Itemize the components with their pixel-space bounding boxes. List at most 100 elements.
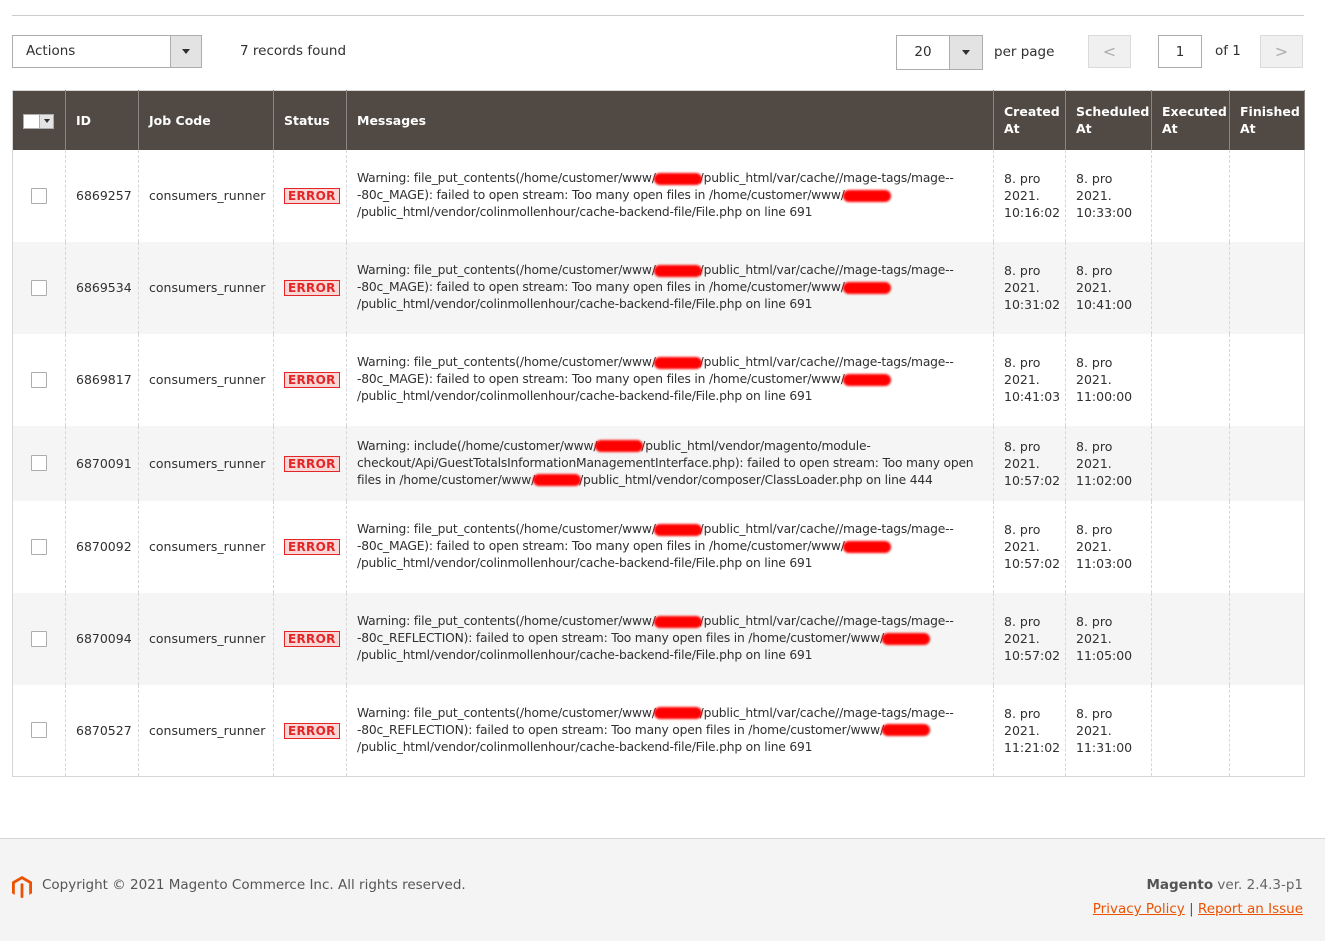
- executed-at-cell: [1151, 592, 1230, 685]
- scheduled-at-cell: 8. pro 2021. 11:05:00: [1065, 592, 1152, 685]
- status-badge: ERROR: [284, 455, 340, 472]
- column-header-scheduled-at[interactable]: Scheduled At: [1065, 90, 1152, 150]
- date-line: 8. pro: [1004, 263, 1041, 278]
- message-text: Warning: file_put_contents(/home/custome…: [357, 355, 656, 369]
- message-cell: Warning: file_put_contents(/home/custome…: [346, 592, 994, 685]
- created-at-cell: 8. pro 2021. 10:41:03: [993, 333, 1066, 426]
- message-cell: Warning: file_put_contents(/home/custome…: [346, 149, 994, 242]
- date-line: 8. pro: [1076, 522, 1113, 537]
- date-line: 2021.: [1076, 188, 1112, 203]
- message-text: /public_html/vendor/colinmollenhour/cach…: [357, 389, 813, 403]
- grid-header-row: ID Job Code Status Messages Created At S…: [12, 90, 1305, 150]
- date-line: 2021.: [1004, 722, 1040, 738]
- row-checkbox[interactable]: [31, 371, 47, 388]
- row-select-cell: [12, 684, 66, 777]
- row-checkbox[interactable]: [31, 630, 47, 647]
- finished-at-cell: [1229, 592, 1305, 685]
- report-issue-link[interactable]: Report an Issue: [1198, 901, 1303, 917]
- status-cell: ERROR: [273, 592, 347, 685]
- date-line: 11:05:00: [1076, 648, 1133, 663]
- message-cell: Warning: include(/home/customer/www/ /pub…: [346, 425, 994, 501]
- table-row: 6869534 consumers_runner ERROR Warning: …: [12, 241, 1305, 334]
- table-row: 6870091 consumers_runner ERROR Warning: …: [12, 425, 1305, 501]
- status-cell: ERROR: [273, 684, 347, 777]
- brand-name: Magento: [1146, 877, 1214, 893]
- table-row: 6870527 consumers_runner ERROR Warning: …: [12, 684, 1305, 777]
- chevron-down-icon[interactable]: [170, 36, 201, 67]
- column-header-executed-at[interactable]: Executed At: [1151, 90, 1230, 150]
- id-cell: 6869257: [65, 149, 139, 242]
- finished-at-cell: [1229, 500, 1305, 593]
- message-text: Warning: include(/home/customer/www/: [357, 438, 598, 453]
- message-text: Warning: file_put_contents(/home/custome…: [357, 614, 656, 628]
- date-line: 2021.: [1004, 455, 1040, 471]
- column-header-messages[interactable]: Messages: [346, 90, 994, 150]
- row-checkbox[interactable]: [31, 187, 47, 204]
- next-page-button[interactable]: >: [1260, 35, 1303, 68]
- executed-at-cell: [1151, 333, 1230, 426]
- status-badge: ERROR: [284, 722, 340, 739]
- redaction-mark: [842, 373, 891, 386]
- per-page-dropdown[interactable]: 20: [896, 35, 983, 70]
- status-badge: ERROR: [284, 631, 340, 647]
- redaction-mark: [842, 281, 891, 294]
- privacy-policy-link[interactable]: Privacy Policy: [1093, 901, 1185, 917]
- date-line: 10:31:02: [1004, 297, 1061, 312]
- message-text: Warning: file_put_contents(/home/custome…: [357, 171, 656, 185]
- redaction-mark: [595, 440, 644, 452]
- row-checkbox[interactable]: [31, 455, 47, 471]
- redaction-mark: [533, 474, 582, 486]
- created-at-cell: 8. pro 2021. 11:21:02: [993, 684, 1066, 777]
- copyright-text: Copyright © 2021 Magento Commerce Inc. A…: [42, 877, 466, 893]
- column-header-created-at[interactable]: Created At: [993, 90, 1066, 150]
- mass-select-header: [12, 90, 66, 150]
- message-text: Warning: file_put_contents(/home/custome…: [357, 705, 656, 720]
- date-line: 2021.: [1004, 631, 1040, 646]
- mass-select-dropdown[interactable]: [23, 113, 54, 129]
- select-all-checkbox[interactable]: [24, 114, 39, 128]
- row-checkbox[interactable]: [31, 722, 47, 739]
- row-checkbox[interactable]: [31, 279, 47, 296]
- scheduled-at-cell: 8. pro 2021. 11:31:00: [1065, 684, 1152, 777]
- finished-at-cell: [1229, 149, 1305, 242]
- job-code-cell: consumers_runner: [138, 333, 274, 426]
- redaction-mark: [653, 264, 702, 277]
- id-cell: 6870094: [65, 592, 139, 685]
- table-row: 6870092 consumers_runner ERROR Warning: …: [12, 500, 1305, 593]
- date-line: 8. pro: [1004, 438, 1041, 454]
- footer-links: Privacy Policy | Report an Issue: [1093, 901, 1303, 917]
- id-cell: 6870091: [65, 425, 139, 501]
- table-row: 6870094 consumers_runner ERROR Warning: …: [12, 592, 1305, 685]
- message-cell: Warning: file_put_contents(/home/custome…: [346, 241, 994, 334]
- date-line: 2021.: [1004, 372, 1040, 387]
- status-cell: ERROR: [273, 241, 347, 334]
- date-line: 8. pro: [1076, 705, 1113, 721]
- redaction-mark: [653, 523, 702, 536]
- date-line: 8. pro: [1004, 522, 1041, 537]
- date-line: 2021.: [1076, 455, 1112, 471]
- date-line: 10:41:03: [1004, 389, 1061, 404]
- column-header-id[interactable]: ID: [65, 90, 139, 150]
- date-line: 8. pro: [1076, 614, 1113, 629]
- date-line: 11:31:00: [1076, 739, 1133, 755]
- column-header-status[interactable]: Status: [273, 90, 347, 150]
- scheduled-at-cell: 8. pro 2021. 11:02:00: [1065, 425, 1152, 501]
- column-header-finished-at[interactable]: Finished At: [1229, 90, 1305, 150]
- job-code-cell: consumers_runner: [138, 149, 274, 242]
- chevron-down-icon[interactable]: [949, 36, 982, 69]
- job-code-cell: consumers_runner: [138, 241, 274, 334]
- chevron-down-icon[interactable]: [39, 114, 53, 128]
- scheduled-at-cell: 8. pro 2021. 10:33:00: [1065, 149, 1152, 242]
- created-at-cell: 8. pro 2021. 10:57:02: [993, 592, 1066, 685]
- row-checkbox[interactable]: [31, 538, 47, 555]
- message-text: /public_html/vendor/colinmollenhour/cach…: [357, 556, 813, 570]
- previous-page-button[interactable]: <: [1088, 35, 1131, 68]
- row-select-cell: [12, 592, 66, 685]
- current-page-input[interactable]: [1158, 35, 1202, 68]
- actions-dropdown[interactable]: Actions: [12, 35, 202, 68]
- column-header-job-code[interactable]: Job Code: [138, 90, 274, 150]
- message-text: /public_html/vendor/composer/ClassLoader…: [579, 472, 933, 487]
- status-cell: ERROR: [273, 333, 347, 426]
- message-cell: Warning: file_put_contents(/home/custome…: [346, 333, 994, 426]
- date-line: 11:02:00: [1076, 472, 1133, 488]
